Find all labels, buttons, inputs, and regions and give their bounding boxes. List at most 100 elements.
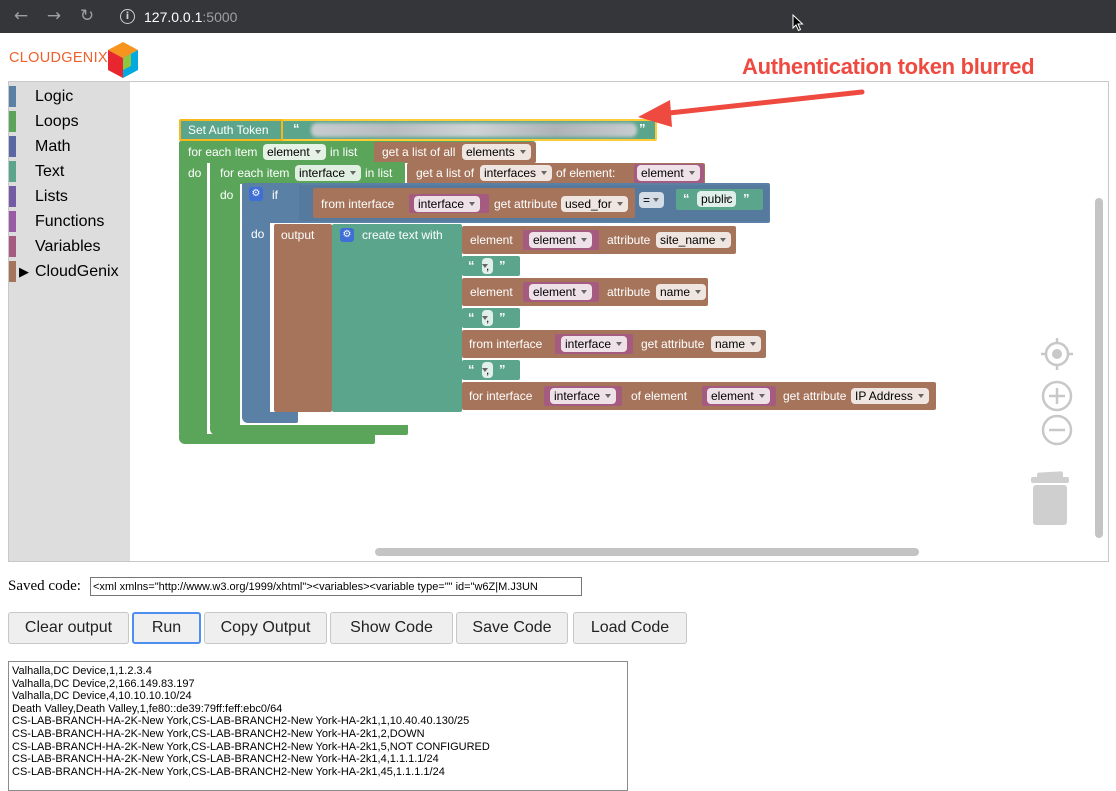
address-bar[interactable]: i 127.0.0.1:5000 — [110, 0, 237, 33]
get-list-of-all-label: get a list of all — [382, 145, 456, 159]
category-label: Loops — [35, 113, 79, 130]
output-label: output — [281, 228, 315, 242]
forward-arrow-icon[interactable]: → — [42, 4, 66, 28]
blockly-workspace[interactable]: Logic Loops Math Text Lists Functions Va… — [8, 81, 1109, 562]
recenter-icon[interactable] — [1040, 337, 1074, 371]
blurred-token-field[interactable] — [311, 123, 637, 137]
do-label: do — [220, 188, 234, 202]
browser-toolbar: ← → ↻ i 127.0.0.1:5000 — [0, 0, 1116, 33]
interfaces-dropdown[interactable]: interfaces — [480, 165, 553, 181]
site-name-dropdown[interactable]: site_name — [656, 232, 732, 248]
category-label: Math — [35, 138, 71, 155]
create-text-with-block[interactable] — [332, 224, 462, 412]
gear-icon[interactable]: ⚙ — [249, 187, 263, 201]
output-line: CS-LAB-BRANCH-HA-2K-New York,CS-LAB-BRAN… — [12, 727, 425, 740]
output-line: Valhalla,DC Device,1,1.2.3.4 — [12, 665, 152, 677]
from-interface-label: from interface — [469, 337, 543, 351]
horizontal-scrollbar[interactable] — [375, 548, 919, 556]
info-icon[interactable]: i — [120, 9, 135, 24]
cloudgenix-logo-text: CLOUDGENIX — [9, 50, 108, 66]
toolbox-category-lists[interactable]: Lists — [9, 184, 130, 209]
category-label: CloudGenix — [35, 263, 119, 280]
category-label: Functions — [35, 213, 105, 230]
vertical-scrollbar[interactable] — [1095, 198, 1103, 538]
load-code-button[interactable]: Load Code — [573, 612, 687, 644]
element-variable-dropdown[interactable]: element — [707, 388, 770, 404]
element-variable-dropdown[interactable]: element — [529, 284, 592, 300]
for-interface-label: for interface — [469, 389, 533, 403]
zoom-out-icon[interactable] — [1040, 413, 1074, 447]
in-list-label: in list — [365, 166, 393, 180]
get-attribute-label: get attribute — [494, 197, 558, 211]
output-line: CS-LAB-BRANCH-HA-2K-New York,CS-LAB-BRAN… — [12, 753, 439, 766]
output-line: Valhalla,DC Device,4,10.10.10.10/24 — [12, 690, 192, 703]
output-line: Valhalla,DC Device,2,166.149.83.197 — [12, 677, 195, 690]
attribute-label: attribute — [607, 285, 651, 299]
elements-dropdown[interactable]: elements — [462, 144, 531, 160]
public-text-field[interactable]: public — [697, 191, 737, 207]
show-code-button[interactable]: Show Code — [330, 612, 453, 644]
saved-code-input[interactable] — [90, 577, 582, 596]
open-quote: “ — [468, 310, 475, 325]
close-quote: ” — [499, 310, 506, 325]
comma-text-field[interactable]: , — [482, 310, 494, 326]
close-quote: ” — [499, 258, 506, 273]
element-variable-dropdown[interactable]: element — [529, 232, 592, 248]
of-element-label: of element — [631, 389, 688, 403]
category-label: Text — [35, 163, 65, 180]
mouse-cursor-icon — [792, 14, 804, 32]
interface-variable-dropdown[interactable]: interface — [561, 336, 628, 352]
element-label: element — [470, 285, 513, 299]
element-label: element — [470, 233, 513, 247]
equals-operator-dropdown[interactable]: = — [639, 192, 665, 208]
toolbox-category-loops[interactable]: Loops — [9, 109, 130, 134]
create-text-with-label: create text with — [362, 228, 443, 242]
interface-variable-dropdown[interactable]: interface — [414, 196, 481, 212]
element-variable-dropdown[interactable]: element — [637, 165, 700, 181]
toolbox-category-cloudgenix[interactable]: ▶ CloudGenix — [9, 259, 130, 284]
toolbox-category-logic[interactable]: Logic — [9, 84, 130, 109]
category-label: Logic — [35, 88, 74, 105]
gear-icon[interactable]: ⚙ — [340, 228, 354, 242]
output-block[interactable] — [274, 224, 332, 412]
ip-address-dropdown[interactable]: IP Address — [851, 388, 929, 404]
back-arrow-icon[interactable]: ← — [9, 4, 33, 28]
output-line: CS-LAB-BRANCH-HA-2K-New York,CS-LAB-BRAN… — [12, 740, 490, 753]
from-interface-label: from interface — [321, 197, 395, 211]
output-line: Death Valley,Death Valley,1,fe80::de39:7… — [12, 702, 283, 715]
get-attribute-label: get attribute — [783, 389, 847, 403]
attribute-label: attribute — [607, 233, 651, 247]
annotation-label: Authentication token blurred — [742, 54, 1035, 79]
clear-output-button[interactable]: Clear output — [8, 612, 129, 644]
of-element-label: of element: — [556, 166, 616, 180]
comma-text-field[interactable]: , — [482, 362, 494, 378]
output-textarea[interactable]: Valhalla,DC Device,1,1.2.3.4 Valhalla,DC… — [8, 661, 628, 791]
for-each-item-label: for each item — [220, 166, 290, 180]
element-variable-dropdown[interactable]: element — [263, 144, 326, 160]
name-dropdown[interactable]: name — [711, 336, 762, 352]
run-button[interactable]: Run — [132, 612, 201, 644]
trash-icon[interactable] — [1027, 468, 1073, 528]
blocks-canvas[interactable]: Set Auth Token “ ” for each item element… — [131, 82, 1108, 561]
saved-code-label: Saved code: — [8, 578, 81, 594]
toolbox-category-text[interactable]: Text — [9, 159, 130, 184]
comma-text-field[interactable]: , — [482, 258, 494, 274]
interface-variable-dropdown[interactable]: interface — [295, 165, 362, 181]
for-each-item-label: for each item — [188, 145, 258, 159]
copy-output-button[interactable]: Copy Output — [204, 612, 327, 644]
name-dropdown[interactable]: name — [656, 284, 707, 300]
url-port: :5000 — [202, 8, 238, 25]
save-code-button[interactable]: Save Code — [456, 612, 568, 644]
set-auth-token-label: Set Auth Token — [188, 123, 269, 137]
open-quote: “ — [683, 191, 690, 206]
open-quote: “ — [293, 121, 300, 136]
used-for-dropdown[interactable]: used_for — [561, 196, 628, 212]
interface-variable-dropdown[interactable]: interface — [550, 388, 617, 404]
toolbox-category-variables[interactable]: Variables — [9, 234, 130, 259]
close-quote: ” — [743, 191, 750, 206]
category-label: Variables — [35, 238, 101, 255]
toolbox-category-math[interactable]: Math — [9, 134, 130, 159]
reload-icon[interactable]: ↻ — [75, 4, 99, 28]
zoom-in-icon[interactable] — [1040, 379, 1074, 413]
toolbox-category-functions[interactable]: Functions — [9, 209, 130, 234]
